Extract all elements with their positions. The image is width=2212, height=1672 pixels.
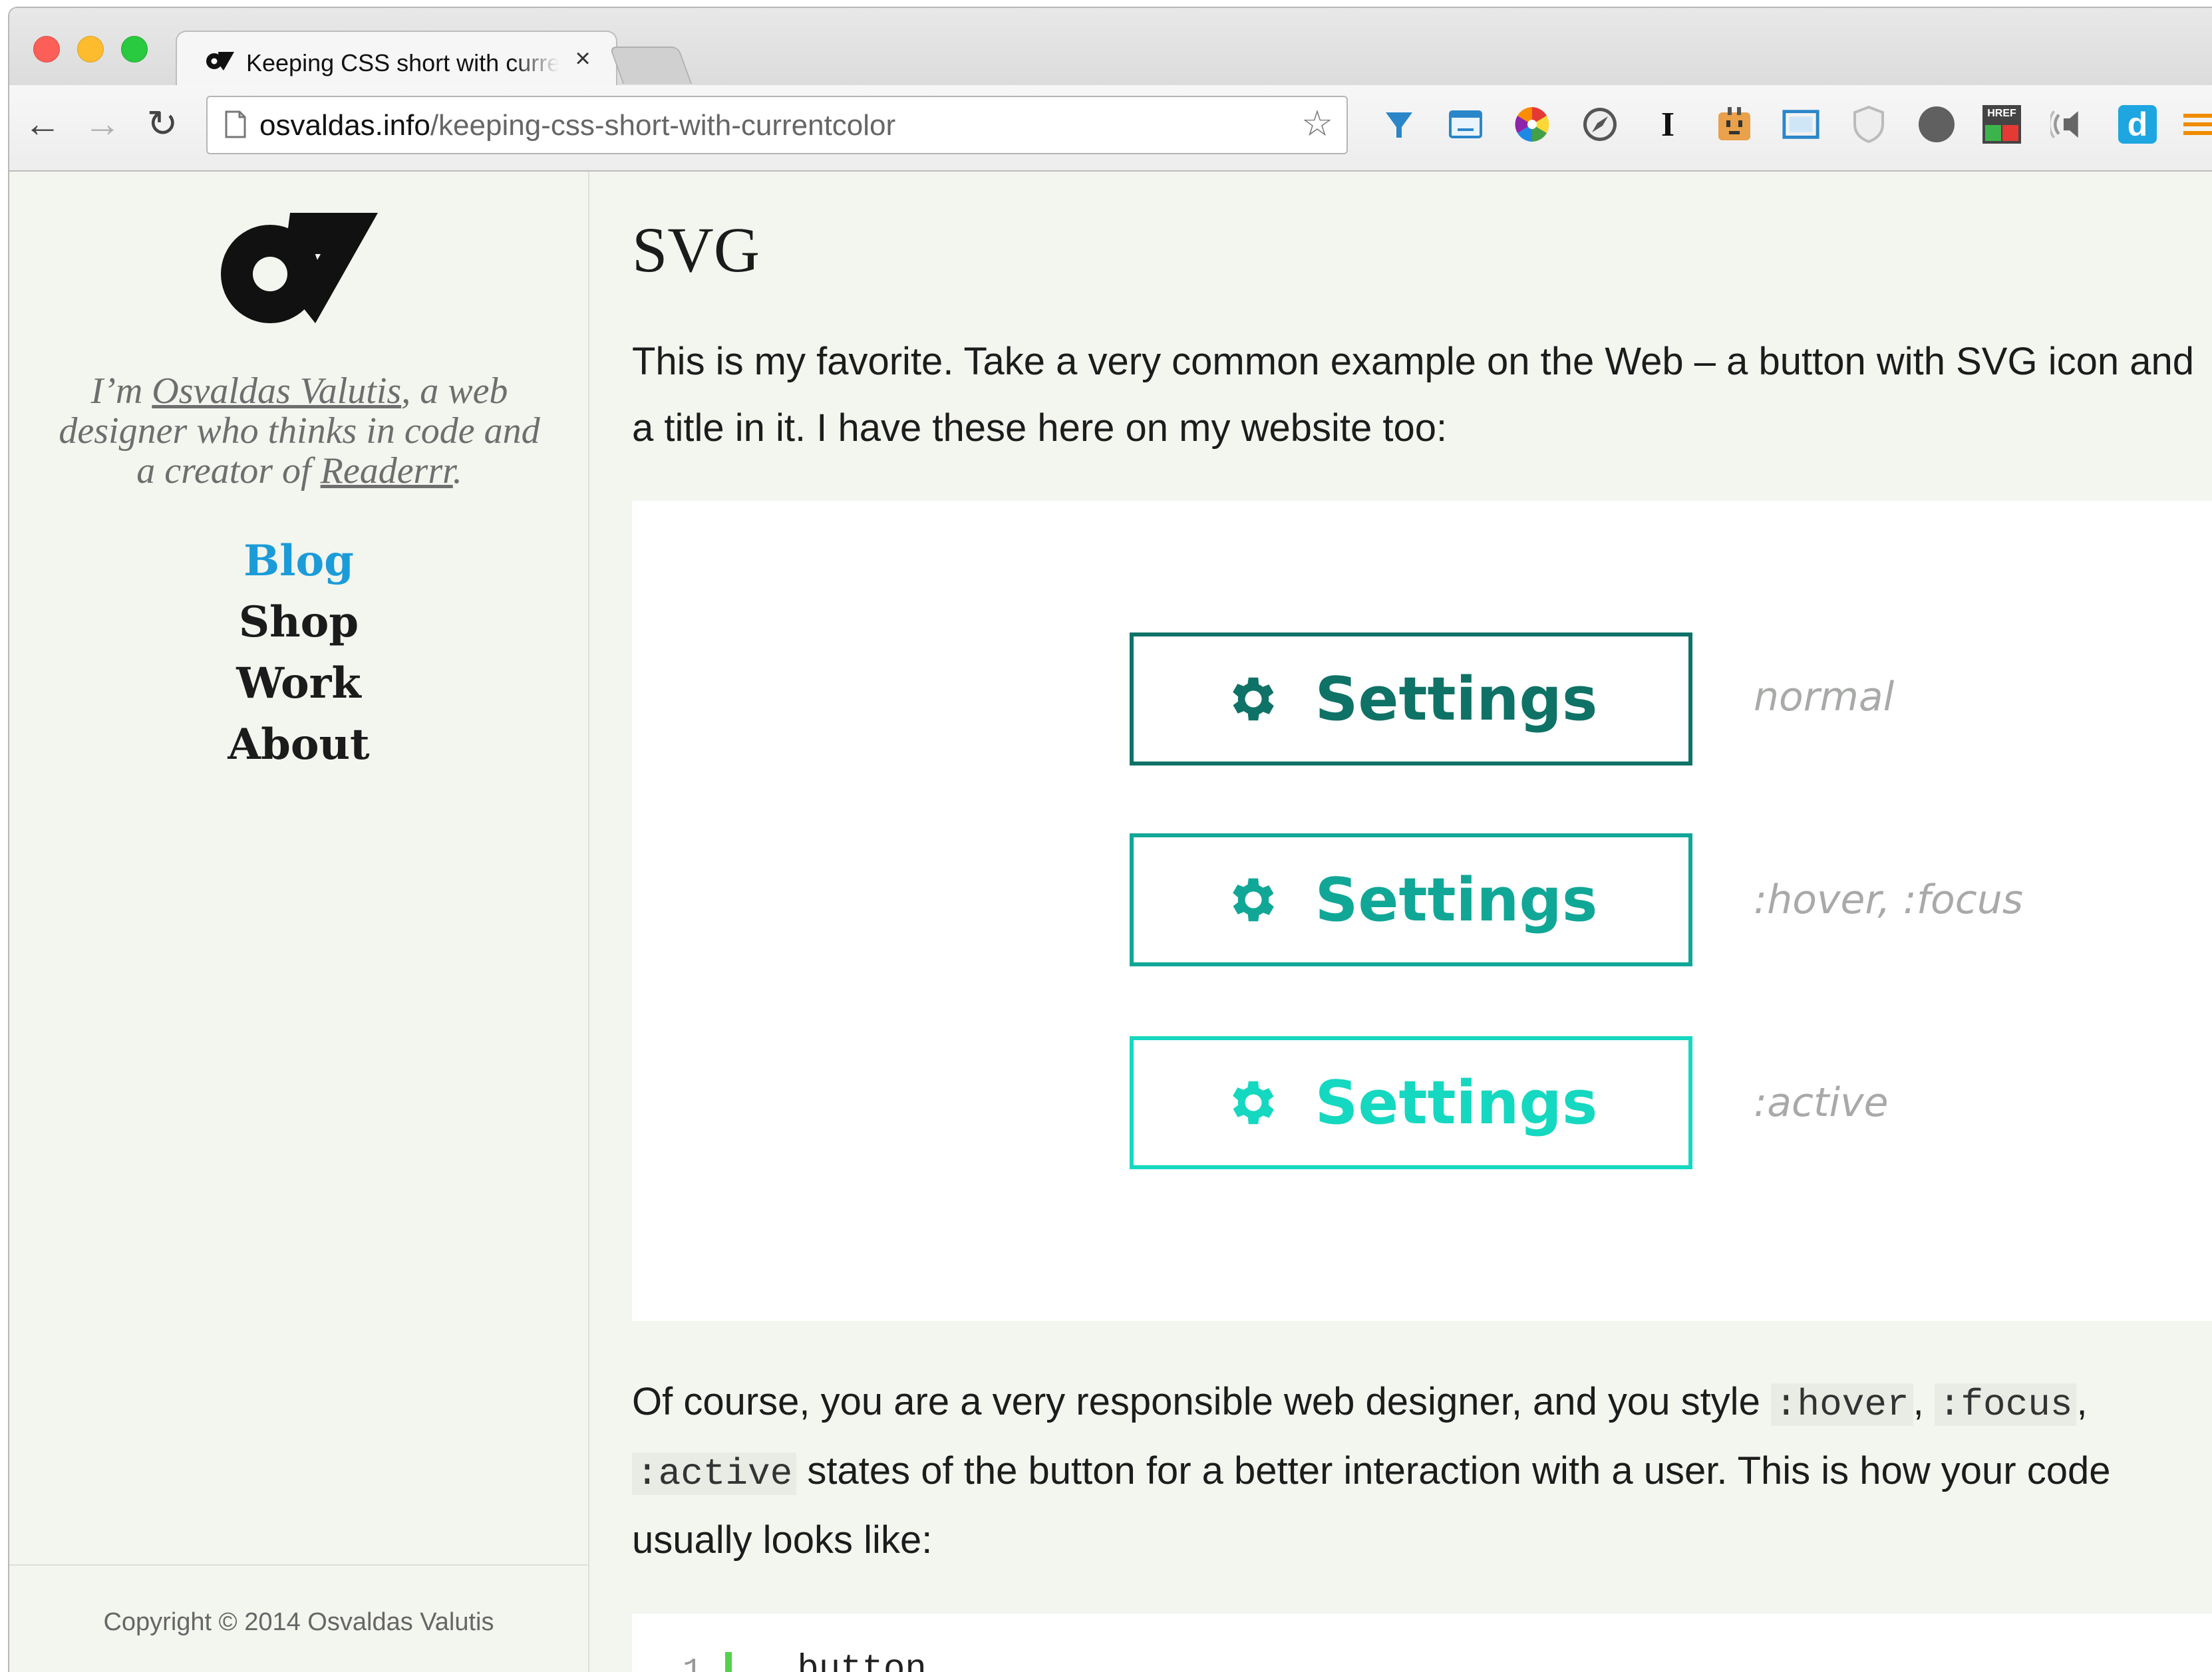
- inline-code-focus: :focus: [1934, 1383, 2077, 1426]
- href-icon[interactable]: HREF: [1982, 105, 2021, 144]
- copyright: Copyright © 2014 Osvaldas Valutis: [103, 1608, 494, 1636]
- y-icon[interactable]: [1380, 105, 1418, 144]
- inline-code-hover: :hover: [1770, 1383, 1913, 1426]
- paragraph-1: This is my favorite. Take a very common …: [632, 340, 2194, 450]
- settings-button-normal: Settings: [1130, 632, 1692, 766]
- paragraph-2: Of course, you are a very responsible we…: [632, 1380, 2111, 1562]
- sidebar-footer: Copyright © 2014 Osvaldas Valutis: [9, 1564, 588, 1636]
- close-window-button[interactable]: [33, 36, 60, 63]
- forward-icon[interactable]: →: [82, 104, 122, 144]
- toolbar: ← → ↻ osvaldas.info/keeping-css-short-wi…: [9, 85, 2212, 172]
- screen-icon[interactable]: [1782, 105, 1820, 144]
- nav-item-about[interactable]: About: [9, 714, 588, 775]
- state-label-hover-focus: :hover, :focus: [1754, 877, 2023, 923]
- shield-icon[interactable]: [1849, 105, 1888, 144]
- audio-icon[interactable]: [2050, 105, 2089, 144]
- new-tab-button[interactable]: [609, 47, 693, 84]
- tab-title: Keeping CSS short with currentColor: [246, 49, 559, 76]
- address-bar[interactable]: osvaldas.info/keeping-css-short-with-cur…: [206, 96, 1348, 154]
- nav-item-work[interactable]: Work: [9, 653, 588, 714]
- settings-button-hover: Settings: [1130, 833, 1692, 966]
- line-marker: [725, 1652, 732, 1672]
- gear-icon: [1232, 1081, 1274, 1125]
- menu-icon[interactable]: [2183, 105, 2212, 144]
- page: I’m Osvaldas Valutis, a web designer who…: [9, 172, 2212, 1672]
- compass-icon[interactable]: [1581, 105, 1619, 144]
- sidebar: I’m Osvaldas Valutis, a web designer who…: [9, 172, 589, 1672]
- window-icon[interactable]: [1446, 105, 1485, 144]
- nav-item-blog[interactable]: Blog: [9, 531, 588, 592]
- gear-icon: [1232, 677, 1274, 721]
- site-logo-icon: [206, 52, 234, 70]
- tab-active[interactable]: Keeping CSS short with currentColor ×: [176, 31, 617, 88]
- state-label-active: :active: [1754, 1079, 1889, 1126]
- plug-icon[interactable]: [1715, 105, 1754, 144]
- browser-window: Keeping CSS short with currentColor × ← …: [8, 7, 2212, 1672]
- state-label-normal: normal: [1754, 674, 1895, 720]
- main-nav: Blog Shop Work About: [9, 531, 588, 775]
- code-line: .button: [776, 1649, 927, 1672]
- line-number: 1: [683, 1653, 703, 1672]
- code-block: 1 .button: [632, 1613, 2212, 1672]
- gear-icon: [1232, 878, 1274, 922]
- author-link[interactable]: Osvaldas Valutis: [152, 370, 401, 412]
- page-icon: [225, 110, 246, 138]
- minimize-window-button[interactable]: [77, 36, 104, 63]
- back-icon[interactable]: ←: [23, 104, 63, 144]
- url-text: osvaldas.info/keeping-css-short-with-cur…: [259, 109, 896, 142]
- bio-text: I’m Osvaldas Valutis, a web designer who…: [59, 370, 540, 491]
- zoom-window-button[interactable]: [121, 36, 148, 63]
- color-wheel-icon[interactable]: [1513, 105, 1551, 144]
- settings-button-active: Settings: [1130, 1036, 1692, 1169]
- section-heading: SVG: [632, 214, 760, 285]
- bookmark-star-icon[interactable]: ☆: [1297, 104, 1337, 144]
- logo-icon[interactable]: [221, 213, 378, 323]
- readerrr-link[interactable]: Readerrr: [321, 450, 453, 491]
- tab-close-icon[interactable]: ×: [569, 44, 596, 73]
- circle-icon[interactable]: [1917, 105, 1956, 144]
- nav-item-shop[interactable]: Shop: [9, 592, 588, 653]
- button-states-figure: Settings normal Settings :hover, :focus …: [632, 501, 2212, 1321]
- reload-icon[interactable]: ↻: [142, 104, 182, 144]
- inline-code-active: :active: [632, 1453, 797, 1495]
- i-icon[interactable]: I: [1649, 105, 1687, 144]
- d-icon[interactable]: d: [2118, 105, 2157, 144]
- tab-strip: Keeping CSS short with currentColor ×: [9, 8, 2212, 88]
